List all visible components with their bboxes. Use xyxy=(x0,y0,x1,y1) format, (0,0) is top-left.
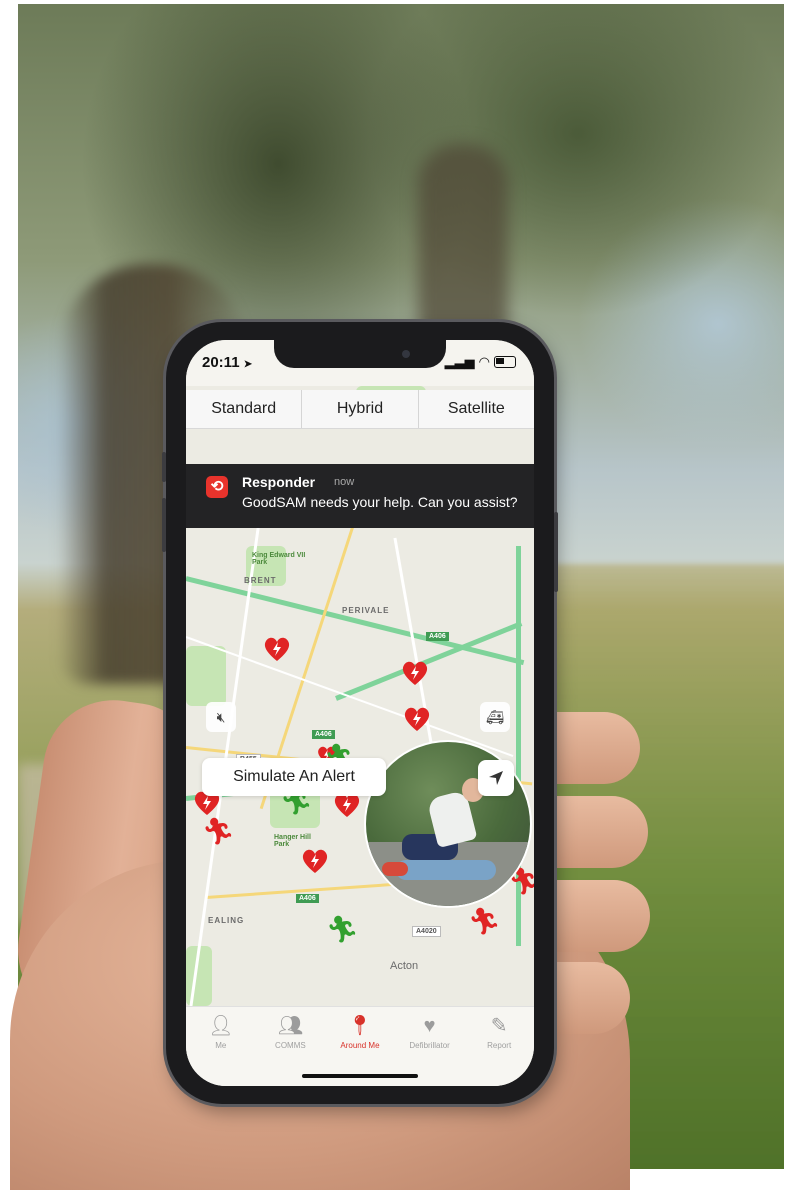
park-area xyxy=(186,646,226,706)
home-indicator[interactable] xyxy=(302,1074,418,1078)
smartphone: 20:11 ➤ ▂▃▅ ◠ BRENT PERIVALE EALING Acto… xyxy=(162,322,558,1104)
notification-time: now xyxy=(334,476,355,488)
highway-road xyxy=(186,576,525,666)
map-label-brent: BRENT xyxy=(244,576,277,585)
defibrillator-icon[interactable] xyxy=(300,846,330,876)
road-shield: A406 xyxy=(312,730,335,739)
person-icon: 👤︎ xyxy=(208,1015,234,1037)
phone-side-button xyxy=(162,452,166,482)
road-shield: A406 xyxy=(426,632,449,641)
responder-icon[interactable]: 🏃︎ xyxy=(326,916,359,942)
push-notification[interactable]: ⟲ Responder now GoodSAM needs your help.… xyxy=(186,464,534,528)
defibrillator-icon[interactable] xyxy=(262,634,292,664)
road-shield: A4020 xyxy=(412,926,441,937)
tab-label: COMMS xyxy=(275,1041,306,1050)
map-type-hybrid[interactable]: Hybrid xyxy=(302,390,419,428)
video-patient xyxy=(396,860,496,880)
tab-report[interactable]: ✎ Report xyxy=(464,1007,534,1086)
alert-runner-icon[interactable]: 🏃︎ xyxy=(202,818,235,844)
map-label-park: King Edward VII Park xyxy=(252,552,306,566)
tab-label: Me xyxy=(215,1041,227,1050)
notification-app-name: Responder xyxy=(242,474,316,490)
clock: 20:11 ➤ xyxy=(202,354,253,371)
road-shield: A406 xyxy=(296,894,319,903)
location-arrow-icon[interactable] xyxy=(478,760,514,796)
tab-label: Defibrillator xyxy=(409,1041,450,1050)
map-label-perivale: PERIVALE xyxy=(342,606,390,615)
group-icon: 👥︎ xyxy=(277,1015,304,1037)
phone-volume-button xyxy=(162,498,166,552)
phone-screen: 20:11 ➤ ▂▃▅ ◠ BRENT PERIVALE EALING Acto… xyxy=(186,340,534,1086)
map-label-acton: Acton xyxy=(390,960,419,972)
notification-message: GoodSAM needs your help. Can you assist? xyxy=(242,494,518,510)
heart-defib-icon: ♥︎ xyxy=(423,1015,436,1037)
responder-app-icon: ⟲ xyxy=(206,476,228,498)
defibrillator-icon[interactable] xyxy=(402,704,432,734)
mute-icon[interactable]: 🔇︎ xyxy=(206,702,236,732)
ambulance-icon[interactable]: 🚑︎ xyxy=(480,702,510,732)
phone-power-button xyxy=(554,512,558,592)
report-edit-icon: ✎ xyxy=(490,1015,508,1037)
tab-label: Around Me xyxy=(340,1041,380,1050)
simulate-alert-button[interactable]: Simulate An Alert xyxy=(202,758,386,796)
system-icons: ▂▃▅ ◠ xyxy=(445,354,516,370)
signal-icon: ▂▃▅ xyxy=(444,354,475,369)
wifi-icon: ◠ xyxy=(478,354,490,369)
map-type-standard[interactable]: Standard xyxy=(186,390,303,428)
alert-runner-icon[interactable]: 🏃︎ xyxy=(468,908,501,934)
tab-me[interactable]: 👤︎ Me xyxy=(186,1007,256,1086)
battery-icon xyxy=(494,356,516,368)
map-label-ealing: EALING xyxy=(208,916,245,925)
notch xyxy=(274,340,446,368)
tab-label: Report xyxy=(487,1041,512,1050)
defibrillator-icon[interactable] xyxy=(400,658,430,688)
front-camera xyxy=(402,350,410,358)
location-pin-icon: 📍︎ xyxy=(347,1015,373,1037)
map-type-selector: Standard Hybrid Satellite xyxy=(186,390,534,429)
map-type-satellite[interactable]: Satellite xyxy=(419,390,534,428)
video-shoe xyxy=(382,862,408,876)
